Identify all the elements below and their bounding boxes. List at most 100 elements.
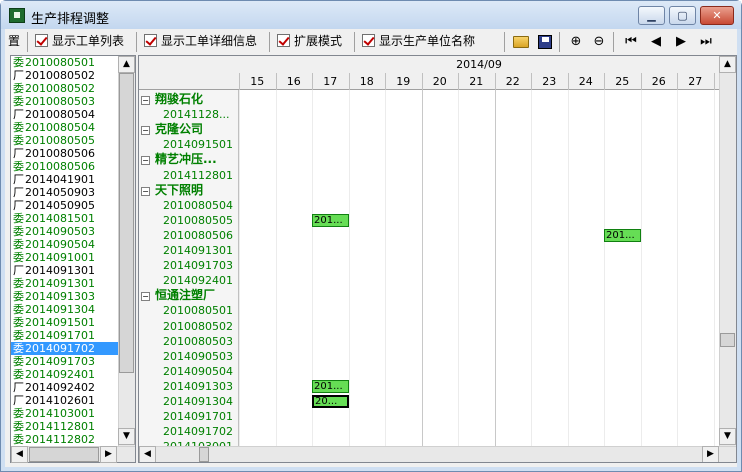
- schedule-bar[interactable]: 201...: [312, 379, 349, 393]
- first-icon[interactable]: ⏮: [622, 33, 640, 51]
- unit-group[interactable]: − 克隆公司: [141, 122, 203, 137]
- order-list-vscroll[interactable]: ▲ ▼: [118, 56, 135, 446]
- next-icon[interactable]: ▶: [672, 33, 690, 51]
- list-item[interactable]: 委2014091304: [11, 303, 118, 316]
- list-item[interactable]: 委2014091303: [11, 290, 118, 303]
- list-item[interactable]: 委2014091701: [11, 329, 118, 342]
- list-item[interactable]: 委2010080501: [11, 56, 118, 69]
- list-item[interactable]: 委2014112802: [11, 433, 118, 446]
- zoom-in-icon[interactable]: ⊕: [567, 33, 585, 51]
- list-item[interactable]: 委2010080503: [11, 95, 118, 108]
- prev-icon[interactable]: ◀: [647, 33, 665, 51]
- checkbox-checked-icon: [362, 34, 375, 47]
- show-order-list-checkbox[interactable]: 显示工单列表: [35, 33, 124, 51]
- list-item[interactable]: 委2014091703: [11, 355, 118, 368]
- collapse-icon[interactable]: −: [141, 156, 150, 166]
- scroll-right-icon[interactable]: ▶: [702, 446, 719, 462]
- show-order-detail-checkbox[interactable]: 显示工单详细信息: [144, 33, 257, 51]
- list-item[interactable]: 委2014090504: [11, 238, 118, 251]
- unit-group[interactable]: − 天下照明: [141, 183, 203, 198]
- list-item[interactable]: 厂2014102601: [11, 394, 118, 407]
- day-divider: [604, 73, 605, 90]
- tree-order-item[interactable]: 20141128...: [163, 107, 229, 122]
- tree-order-item[interactable]: 2014091703: [163, 258, 233, 273]
- list-item[interactable]: 厂2010080506: [11, 147, 118, 160]
- schedule-bar[interactable]: 201...: [604, 228, 641, 242]
- scroll-thumb[interactable]: [119, 73, 134, 373]
- tree-order-item[interactable]: 2014091501: [163, 137, 233, 152]
- list-item[interactable]: 委2014092401: [11, 368, 118, 381]
- list-item[interactable]: 厂2010080504: [11, 108, 118, 121]
- list-item[interactable]: 委2010080505: [11, 134, 118, 147]
- list-item[interactable]: 委2014091501: [11, 316, 118, 329]
- list-item[interactable]: 厂2014050903: [11, 186, 118, 199]
- tree-order-item[interactable]: 2010080505: [163, 213, 233, 228]
- unit-group[interactable]: − 精艺冲压...: [141, 152, 217, 167]
- tree-order-item[interactable]: 2014091304: [163, 394, 233, 409]
- scroll-thumb[interactable]: [720, 333, 735, 347]
- tree-order-item[interactable]: 2010080501: [163, 303, 233, 318]
- maximize-button[interactable]: ▢: [669, 6, 696, 25]
- tree-order-item[interactable]: 2014090504: [163, 364, 233, 379]
- scroll-left-icon[interactable]: ◀: [139, 446, 156, 462]
- unit-tree[interactable]: − 翔骏石化 20141128... − 克隆公司 2014091501− 精艺冲压... 2…: [139, 90, 239, 446]
- tree-order-item[interactable]: 2010080502: [163, 319, 233, 334]
- list-item[interactable]: 委2014081501: [11, 212, 118, 225]
- list-item[interactable]: 委2014091702: [11, 342, 118, 355]
- collapse-icon[interactable]: −: [141, 186, 150, 196]
- list-item[interactable]: 厂2014091301: [11, 264, 118, 277]
- scroll-thumb[interactable]: [29, 447, 99, 462]
- save-icon[interactable]: [538, 35, 552, 49]
- tree-order-item[interactable]: 2014091701: [163, 409, 233, 424]
- gantt-hscroll[interactable]: ◀ ▶: [139, 446, 736, 462]
- collapse-icon[interactable]: −: [141, 126, 150, 136]
- tree-order-item[interactable]: 2014091303: [163, 379, 233, 394]
- unit-group[interactable]: − 翔骏石化: [141, 92, 203, 107]
- list-item[interactable]: 委2010080506: [11, 160, 118, 173]
- expand-mode-checkbox[interactable]: 扩展模式: [277, 33, 342, 51]
- tree-order-item[interactable]: 2014092401: [163, 273, 233, 288]
- schedule-bar[interactable]: 201...: [312, 213, 349, 227]
- tree-order-item[interactable]: 2014112801: [163, 168, 233, 183]
- order-list-hscroll[interactable]: ◀ ▶: [11, 446, 135, 463]
- list-item[interactable]: 委2014091301: [11, 277, 118, 290]
- tree-order-item[interactable]: 2010080503: [163, 334, 233, 349]
- list-item[interactable]: 厂2014050905: [11, 199, 118, 212]
- scroll-right-icon[interactable]: ▶: [100, 446, 117, 463]
- tree-order-item[interactable]: 2014091301: [163, 243, 233, 258]
- schedule-bar[interactable]: 20...: [312, 395, 349, 408]
- list-item[interactable]: 委2014103001: [11, 407, 118, 420]
- gantt-timeline[interactable]: 201... 201... 201... 20...: [239, 90, 719, 446]
- tree-order-item[interactable]: 2014091702: [163, 424, 233, 439]
- unit-group[interactable]: − 恒通注塑厂: [141, 288, 215, 303]
- list-item[interactable]: 厂2014092402: [11, 381, 118, 394]
- folder-open-icon[interactable]: [513, 36, 529, 48]
- list-item[interactable]: 委2010080502: [11, 82, 118, 95]
- tree-order-item[interactable]: 2014090503: [163, 349, 233, 364]
- last-icon[interactable]: ⏭: [697, 33, 715, 51]
- gantt-vscroll[interactable]: ▲ ▼: [719, 56, 736, 446]
- zoom-out-icon[interactable]: ⊖: [590, 33, 608, 51]
- collapse-icon[interactable]: −: [141, 96, 150, 105]
- scroll-down-icon[interactable]: ▼: [118, 428, 135, 445]
- list-item[interactable]: 厂2014041901: [11, 173, 118, 186]
- list-item[interactable]: 委2014091001: [11, 251, 118, 264]
- scroll-up-icon[interactable]: ▲: [118, 56, 135, 73]
- list-item[interactable]: 厂2010080502: [11, 69, 118, 82]
- list-item[interactable]: 委2014090503: [11, 225, 118, 238]
- list-item[interactable]: 委2014112801: [11, 420, 118, 433]
- close-button[interactable]: ✕: [700, 6, 734, 25]
- show-unit-name-checkbox[interactable]: 显示生产单位名称: [362, 33, 475, 51]
- tree-order-item[interactable]: 2010080506: [163, 228, 233, 243]
- order-list[interactable]: 委2010080501 厂2010080502 委2010080502 委201008…: [11, 56, 118, 446]
- scroll-left-icon[interactable]: ◀: [11, 446, 28, 463]
- scroll-down-icon[interactable]: ▼: [719, 428, 736, 445]
- title-bar[interactable]: 生产排程调整 ▁ ▢ ✕: [1, 1, 741, 29]
- minimize-button[interactable]: ▁: [638, 6, 665, 25]
- tree-order-item[interactable]: 2010080504: [163, 198, 233, 213]
- collapse-icon[interactable]: −: [141, 292, 150, 302]
- tree-order-item[interactable]: 2014103001: [163, 439, 233, 446]
- scroll-up-icon[interactable]: ▲: [719, 56, 736, 73]
- list-item[interactable]: 委2010080504: [11, 121, 118, 134]
- scroll-thumb[interactable]: [199, 447, 209, 462]
